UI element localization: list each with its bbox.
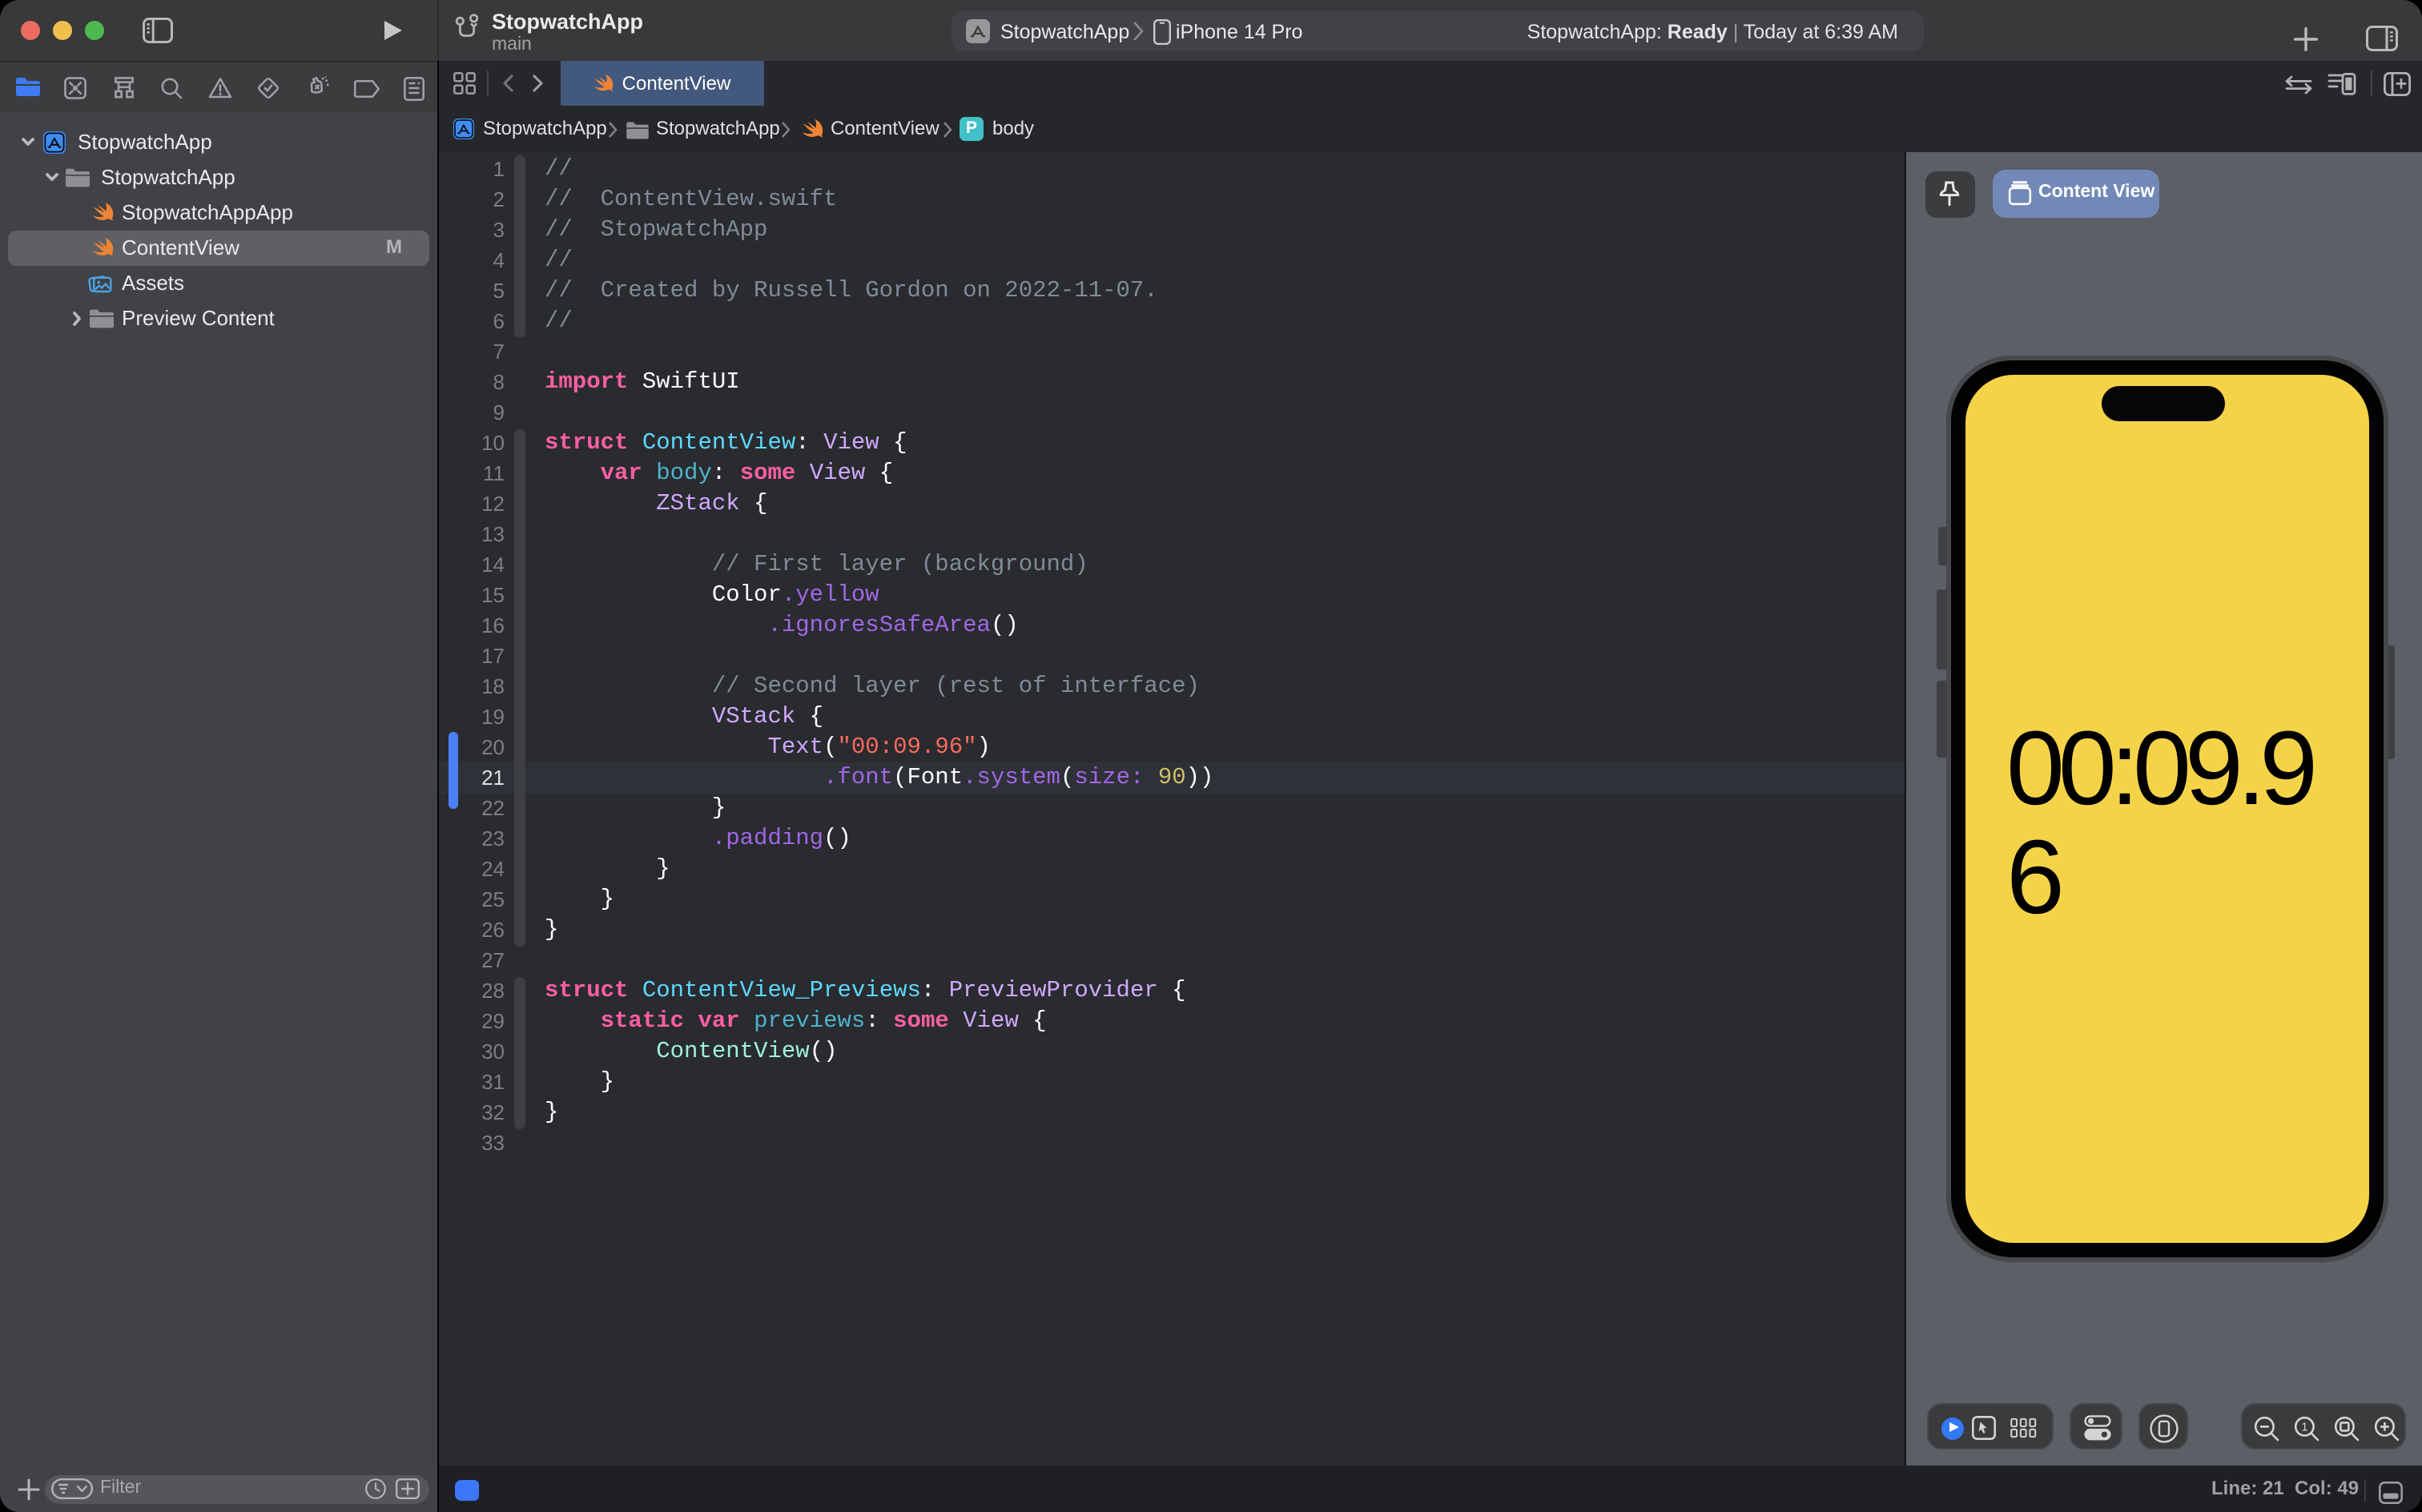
svg-text:1: 1 <box>2300 1420 2307 1434</box>
